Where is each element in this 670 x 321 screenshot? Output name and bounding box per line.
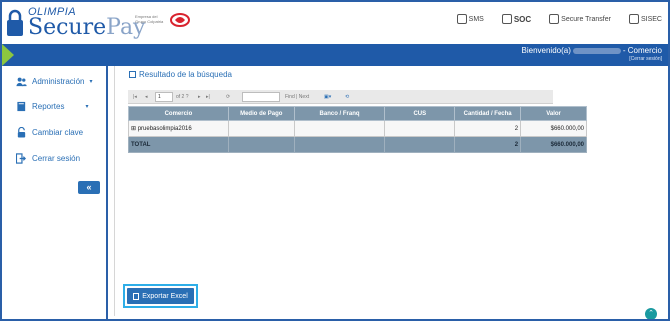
users-icon	[16, 77, 27, 87]
total-row: TOTAL 2 $660.000,00	[128, 136, 587, 153]
soc-icon	[501, 14, 512, 24]
sidebar: Administración ▾ Reportes ▾ Cambiar clav…	[2, 66, 108, 319]
product-sms[interactable]: SMS	[456, 14, 484, 24]
sms-icon	[456, 14, 467, 24]
find-next-links[interactable]: Find | Next	[285, 94, 309, 100]
lock-icon	[17, 127, 26, 138]
page-of-text: of 2 ?	[176, 94, 189, 100]
sidebar-item-label: Administración	[32, 77, 85, 86]
product-name: SMS	[468, 15, 484, 23]
save-export-icon[interactable]: ▣▾	[324, 94, 331, 100]
chevron-down-icon: ▾	[85, 104, 89, 110]
main-content: Resultado de la búsqueda |◂ ◂ 1 of 2 ? ▸…	[114, 66, 666, 316]
secure-transfer-icon	[549, 14, 560, 24]
signout-icon	[16, 153, 27, 164]
export-excel-label: Exportar Excel	[142, 292, 188, 300]
sisec-icon	[628, 14, 639, 24]
column-header[interactable]: Banco / Franq	[293, 106, 386, 121]
sidebar-item-label: Cerrar sesión	[32, 154, 81, 163]
sidebar-item-administracion[interactable]: Administración ▾	[16, 76, 92, 87]
table-cell	[384, 120, 456, 137]
export-excel-highlight: Exportar Excel	[123, 284, 198, 308]
logo-securepay-text: SecurePay	[28, 15, 145, 40]
logo-secure-word: Secure	[28, 15, 107, 40]
product-secure-transfer[interactable]: Secure Transfer	[549, 14, 611, 24]
table-row: ⊞ pruebasolimpia2016 2 $660.000,00	[128, 120, 587, 137]
top-header: OLIMPIA SecurePay Empresa del Grupo Colp…	[2, 2, 668, 44]
green-triangle-decoration	[2, 44, 14, 66]
column-header[interactable]: Cantidad / Fecha	[454, 106, 522, 121]
table-cell: $660.000,00	[520, 120, 587, 137]
page-number-input[interactable]: 1	[155, 92, 173, 102]
file-excel-icon	[133, 292, 140, 300]
column-header[interactable]: CUS	[384, 106, 456, 121]
table-cell	[293, 136, 386, 153]
table-cell	[227, 136, 295, 153]
table-cell	[384, 136, 456, 153]
table-header-row: Comercio Medio de Pago Banco / Franq CUS…	[128, 106, 587, 121]
refresh-report-icon[interactable]: ⟲	[345, 94, 349, 100]
table-cell	[293, 120, 386, 137]
refresh-icon[interactable]: ⟳	[226, 94, 230, 100]
welcome-suffix: - Comercio	[622, 46, 662, 55]
product-name: Secure Transfer	[561, 15, 611, 23]
sidebar-item-reportes[interactable]: Reportes ▾	[16, 101, 88, 112]
app-frame: OLIMPIA SecurePay Empresa del Grupo Colp…	[0, 0, 670, 321]
table-cell: 2	[454, 120, 522, 137]
sidebar-item-label: Reportes	[32, 102, 65, 111]
scroll-to-top-icon[interactable]: ⌃	[645, 308, 657, 319]
colpatria-swirl-icon	[170, 13, 190, 27]
username-redacted	[572, 47, 621, 54]
top-blue-bar: Bienvenido(a) - Comercio [Cerrar sesión]	[2, 44, 668, 66]
welcome-prefix: Bienvenido(a)	[521, 46, 571, 55]
table-cell	[227, 120, 295, 137]
first-page-icon[interactable]: |◂	[133, 94, 137, 100]
group-text: Empresa del Grupo Colpatria	[135, 14, 164, 24]
securepay-logo[interactable]: OLIMPIA SecurePay	[6, 6, 145, 40]
product-links: SMS SOC Secure Transfer SISEC	[456, 12, 662, 26]
report-pager-toolbar: |◂ ◂ 1 of 2 ? ▸ ▸| ⟳ Find | Next ▣▾ ⟲	[128, 90, 553, 104]
column-header[interactable]: Valor	[520, 106, 587, 121]
sidebar-item-cambiar-clave[interactable]: Cambiar clave	[16, 127, 83, 138]
product-sisec[interactable]: SISEC	[628, 14, 662, 24]
prev-page-icon[interactable]: ◂	[145, 94, 148, 100]
results-table: Comercio Medio de Pago Banco / Franq CUS…	[128, 106, 587, 153]
collapse-sidebar-button[interactable]: «	[78, 181, 100, 194]
logout-link[interactable]: [Cerrar sesión]	[522, 56, 662, 62]
column-header[interactable]: Medio de Pago	[227, 106, 295, 121]
product-name: SOC	[513, 14, 532, 24]
lock-logo-icon	[7, 9, 23, 36]
column-header[interactable]: Comercio	[128, 106, 229, 121]
welcome-line: Bienvenido(a) - Comercio	[522, 46, 663, 55]
results-title-text: Resultado de la búsqueda	[139, 70, 232, 79]
book-icon	[17, 101, 26, 112]
list-icon	[129, 71, 136, 78]
find-input[interactable]	[242, 92, 280, 102]
total-value: $660.000,00	[520, 136, 587, 153]
results-title: Resultado de la búsqueda	[129, 70, 232, 79]
comercio-cell-expandable[interactable]: ⊞ pruebasolimpia2016	[128, 120, 229, 137]
chevron-down-icon: ▾	[89, 79, 93, 85]
grupo-colpatria-logo: Empresa del Grupo Colpatria	[135, 12, 195, 30]
sidebar-item-label: Cambiar clave	[32, 128, 84, 137]
total-label: TOTAL	[128, 136, 229, 153]
welcome-area: Bienvenido(a) - Comercio [Cerrar sesión]	[522, 46, 663, 62]
export-excel-button[interactable]: Exportar Excel	[127, 288, 194, 304]
product-name: SISEC	[640, 15, 662, 23]
total-count: 2	[454, 136, 522, 153]
product-soc[interactable]: SOC	[501, 14, 532, 24]
next-page-icon[interactable]: ▸	[198, 94, 201, 100]
last-page-icon[interactable]: ▸|	[206, 94, 210, 100]
sidebar-item-cerrar-sesion[interactable]: Cerrar sesión	[16, 153, 80, 164]
